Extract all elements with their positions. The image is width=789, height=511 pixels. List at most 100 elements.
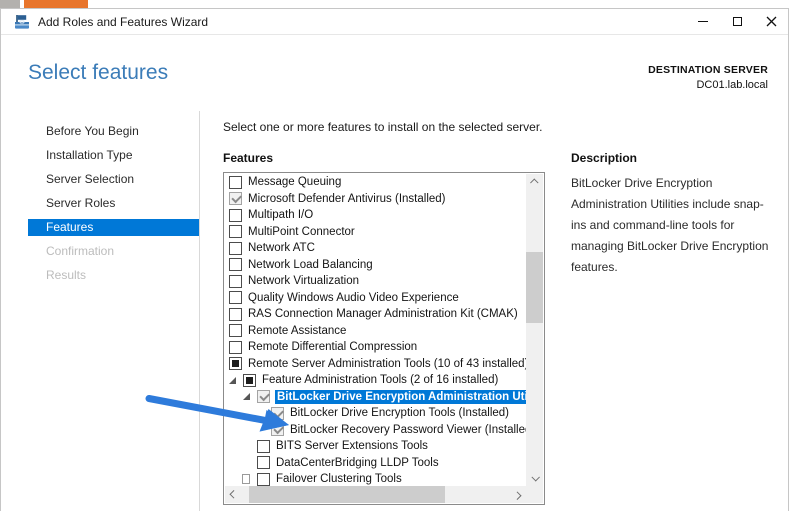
wizard-toolbox-icon — [14, 14, 30, 30]
feature-label[interactable]: Remote Differential Compression — [247, 340, 526, 354]
chevron-left-icon — [229, 490, 237, 498]
feature-tree-row[interactable]: Multipath I/O — [225, 207, 526, 224]
features-step-content: Select one or more features to install o… — [201, 111, 788, 511]
sidebar-item-features[interactable]: Features — [28, 219, 199, 236]
feature-tree-row[interactable]: BitLocker Drive Encryption Tools (Instal… — [225, 405, 526, 422]
add-roles-features-wizard-window: Add Roles and Features Wizard Select fea… — [0, 8, 789, 511]
feature-checkbox-unchecked[interactable] — [229, 341, 242, 354]
feature-checkbox-unchecked[interactable] — [229, 324, 242, 337]
feature-checkbox-unchecked[interactable] — [257, 473, 270, 486]
minimize-button[interactable] — [686, 9, 720, 34]
feature-checkbox-unchecked[interactable] — [229, 308, 242, 321]
feature-label-selected[interactable]: BitLocker Drive Encryption Administratio… — [275, 390, 526, 404]
feature-tree-row[interactable]: BITS Server Extensions Tools — [225, 438, 526, 455]
feature-tree-row[interactable]: RAS Connection Manager Administration Ki… — [225, 306, 526, 323]
close-icon — [766, 16, 777, 27]
destination-server-name: DC01.lab.local — [648, 79, 768, 91]
sidebar-item-results: Results — [28, 267, 199, 284]
destination-server-block: DESTINATION SERVER DC01.lab.local — [648, 64, 768, 91]
feature-tree-row[interactable]: MultiPoint Connector — [225, 224, 526, 241]
feature-checkbox-unchecked[interactable] — [229, 176, 242, 189]
feature-tree-row[interactable]: DataCenterBridging LLDP Tools — [225, 455, 526, 472]
feature-label[interactable]: Microsoft Defender Antivirus (Installed) — [247, 192, 526, 206]
background-window-strip-orange — [24, 0, 88, 8]
feature-label[interactable]: Failover Clustering Tools — [275, 472, 526, 486]
feature-checkbox-unchecked[interactable] — [229, 225, 242, 238]
feature-tree-row[interactable]: Microsoft Defender Antivirus (Installed) — [225, 191, 526, 208]
feature-label[interactable]: Message Queuing — [247, 175, 526, 189]
feature-label[interactable]: BitLocker Drive Encryption Tools (Instal… — [289, 406, 526, 420]
sidebar-item-server-roles[interactable]: Server Roles — [28, 195, 199, 212]
feature-label[interactable]: MultiPoint Connector — [247, 225, 526, 239]
feature-label[interactable]: Network ATC — [247, 241, 526, 255]
window-title: Add Roles and Features Wizard — [38, 15, 208, 29]
feature-tree-row[interactable]: Network Virtualization — [225, 273, 526, 290]
feature-checkbox-unchecked[interactable] — [257, 440, 270, 453]
triangle-glyph — [243, 475, 249, 483]
feature-tree-row[interactable]: Network Load Balancing — [225, 257, 526, 274]
horizontal-scrollbar[interactable] — [225, 486, 526, 503]
feature-tree-row[interactable]: Remote Server Administration Tools (10 o… — [225, 356, 526, 373]
close-button[interactable] — [754, 9, 788, 34]
feature-label[interactable]: Network Load Balancing — [247, 258, 526, 272]
feature-label[interactable]: Quality Windows Audio Video Experience — [247, 291, 526, 305]
feature-checkbox-checked[interactable] — [271, 423, 284, 436]
feature-checkbox-indeterminate[interactable] — [229, 357, 242, 370]
feature-label[interactable]: Remote Assistance — [247, 324, 526, 338]
feature-label[interactable]: Multipath I/O — [247, 208, 526, 222]
feature-checkbox-unchecked[interactable] — [229, 209, 242, 222]
feature-checkbox-checked[interactable] — [271, 407, 284, 420]
scroll-down-button[interactable] — [526, 470, 543, 486]
feature-checkbox-unchecked[interactable] — [229, 242, 242, 255]
description-title: Description — [571, 151, 637, 165]
vertical-scrollbar-thumb[interactable] — [526, 252, 543, 323]
tree-expander-expanded-icon[interactable] — [243, 393, 257, 400]
feature-tree-row[interactable]: Failover Clustering Tools — [225, 471, 526, 486]
feature-checkbox-checked[interactable] — [229, 192, 242, 205]
description-text: BitLocker Drive Encryption Administratio… — [571, 173, 777, 278]
scroll-right-button[interactable] — [510, 486, 526, 503]
destination-server-label: DESTINATION SERVER — [648, 64, 768, 76]
sidebar-item-confirmation: Confirmation — [28, 243, 199, 260]
feature-checkbox-unchecked[interactable] — [229, 258, 242, 271]
feature-tree-row[interactable]: Remote Assistance — [225, 323, 526, 340]
feature-label[interactable]: DataCenterBridging LLDP Tools — [275, 456, 526, 470]
chevron-down-icon — [531, 473, 539, 481]
chevron-right-icon — [513, 491, 521, 499]
feature-tree-row[interactable]: Feature Administration Tools (2 of 16 in… — [225, 372, 526, 389]
vertical-scrollbar[interactable] — [526, 174, 543, 486]
feature-label[interactable]: Network Virtualization — [247, 274, 526, 288]
caption-buttons — [686, 9, 788, 34]
sidebar-item-before-you-begin[interactable]: Before You Begin — [28, 123, 199, 140]
feature-label[interactable]: RAS Connection Manager Administration Ki… — [247, 307, 526, 321]
feature-label[interactable]: Feature Administration Tools (2 of 16 in… — [261, 373, 526, 387]
scroll-left-button[interactable] — [225, 486, 241, 503]
wizard-nav-sidebar: Before You Begin Installation Type Server … — [1, 111, 200, 511]
feature-checkbox-unchecked[interactable] — [257, 456, 270, 469]
feature-tree-row[interactable]: Network ATC — [225, 240, 526, 257]
scrollbar-corner — [526, 486, 543, 503]
sidebar-item-server-selection[interactable]: Server Selection — [28, 171, 199, 188]
maximize-button[interactable] — [720, 9, 754, 34]
scroll-up-button[interactable] — [526, 174, 543, 190]
feature-label[interactable]: BitLocker Recovery Password Viewer (Inst… — [289, 423, 526, 437]
feature-checkbox-indeterminate[interactable] — [243, 374, 256, 387]
feature-checkbox-unchecked[interactable] — [229, 291, 242, 304]
triangle-glyph — [229, 377, 236, 384]
features-tree-rows: Message Queuing Microsoft Defender Antivi… — [225, 174, 526, 486]
feature-label[interactable]: BITS Server Extensions Tools — [275, 439, 526, 453]
feature-label[interactable]: Remote Server Administration Tools (10 o… — [247, 357, 526, 371]
feature-tree-row[interactable]: Remote Differential Compression — [225, 339, 526, 356]
feature-checkbox-checked[interactable] — [257, 390, 270, 403]
features-tree-listbox[interactable]: Message Queuing Microsoft Defender Antivi… — [223, 172, 545, 505]
feature-tree-row[interactable]: Quality Windows Audio Video Experience — [225, 290, 526, 307]
tree-expander-collapsed-icon[interactable] — [243, 475, 257, 483]
wizard-header: Select features DESTINATION SERVER DC01.… — [1, 35, 788, 111]
horizontal-scrollbar-thumb[interactable] — [249, 486, 445, 503]
feature-tree-row[interactable]: BitLocker Recovery Password Viewer (Inst… — [225, 422, 526, 439]
feature-tree-row[interactable]: BitLocker Drive Encryption Administratio… — [225, 389, 526, 406]
feature-checkbox-unchecked[interactable] — [229, 275, 242, 288]
sidebar-item-installation-type[interactable]: Installation Type — [28, 147, 199, 164]
tree-expander-expanded-icon[interactable] — [229, 377, 243, 384]
feature-tree-row[interactable]: Message Queuing — [225, 174, 526, 191]
